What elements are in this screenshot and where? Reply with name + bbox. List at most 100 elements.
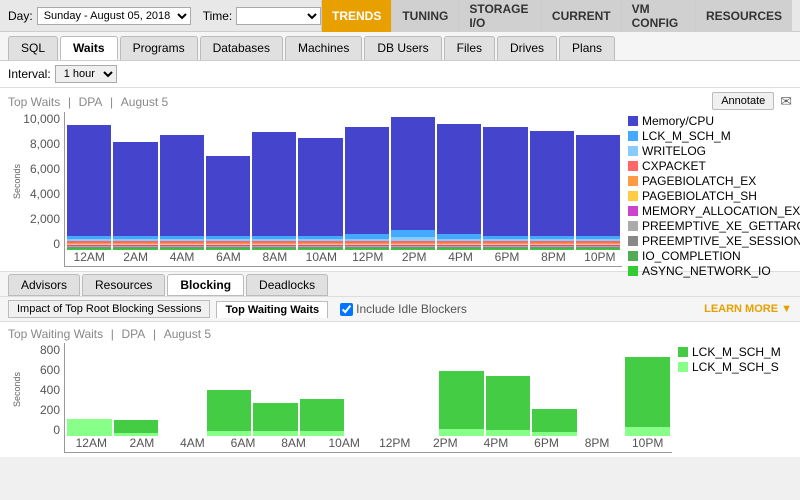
- x-label: 10PM: [623, 436, 672, 452]
- y-label: 10,000: [23, 112, 60, 126]
- bottom-bar-chart-wrapper: Seconds 8006004002000 12AM2AM4AM6AM8AM10…: [8, 343, 792, 453]
- legend-label: PAGEBIOLATCH_SH: [642, 189, 757, 203]
- x-label: 12AM: [67, 436, 116, 452]
- bar-segment: [67, 125, 111, 235]
- learn-more-button[interactable]: LEARN MORE ▼: [704, 303, 792, 315]
- top-bar-chart-wrapper: Seconds 10,0008,0006,0004,0002,0000 12AM…: [8, 112, 792, 267]
- legend-color: [628, 251, 638, 261]
- top-waiting-button[interactable]: Top Waiting Waits: [216, 301, 328, 318]
- sub-tab-drives[interactable]: Drives: [497, 36, 557, 60]
- legend-label: ASYNC_NETWORK_IO: [642, 264, 771, 278]
- nav-tab-vmconfig[interactable]: VM CONFIG: [621, 0, 695, 32]
- y-label: 2,000: [30, 212, 60, 226]
- bottom-tab-blocking[interactable]: Blocking: [167, 274, 244, 296]
- blocking-row: Impact of Top Root Blocking Sessions Top…: [0, 297, 800, 322]
- bar-group: [486, 343, 531, 436]
- bar-group: [437, 112, 481, 250]
- impact-blocking-button[interactable]: Impact of Top Root Blocking Sessions: [8, 300, 210, 318]
- legend-label: Memory/CPU: [642, 114, 714, 128]
- bottom-tab-resources[interactable]: Resources: [82, 274, 165, 296]
- bar-segment: [300, 399, 345, 432]
- sub-tab-programs[interactable]: Programs: [120, 36, 198, 60]
- legend-item: IO_COMPLETION: [628, 249, 786, 263]
- x-label: 8PM: [573, 436, 622, 452]
- legend-label: LCK_M_SCH_M: [692, 345, 781, 359]
- legend-label: PREEMPTIVE_XE_GETTARGETSTA: [642, 219, 800, 233]
- sub-tab-machines[interactable]: Machines: [285, 36, 362, 60]
- y-label: 4,000: [30, 187, 60, 201]
- x-label: 12PM: [346, 250, 390, 266]
- day-select[interactable]: Sunday - August 05, 2018: [37, 7, 191, 25]
- bottom-chart-title: Top Waiting Waits | DPA | August 5: [8, 326, 211, 341]
- top-legend: Memory/CPULCK_M_SCH_MWRITELOGCXPACKETPAG…: [622, 112, 792, 267]
- bottom-legend: LCK_M_SCH_MLCK_M_SCH_S: [672, 343, 792, 453]
- x-label: 12PM: [370, 436, 419, 452]
- day-label: Day:: [8, 9, 33, 23]
- bar-segment: [391, 230, 435, 237]
- y-label: 800: [40, 343, 60, 357]
- bar-group: [160, 343, 205, 436]
- x-label: 2AM: [118, 436, 167, 452]
- x-label: 10AM: [299, 250, 343, 266]
- nav-tab-tuning[interactable]: TUNING: [391, 0, 458, 32]
- bar-group: [114, 343, 159, 436]
- sub-tab-waits[interactable]: Waits: [60, 36, 118, 60]
- mail-icon[interactable]: ✉: [780, 93, 792, 110]
- bar-segment: [530, 131, 574, 236]
- bar-group: [160, 112, 204, 250]
- bar-segment: [532, 409, 577, 432]
- bar-group: [391, 112, 435, 250]
- include-idle-label[interactable]: Include Idle Blockers: [340, 302, 467, 316]
- y-axis-label-bottom: Seconds: [12, 372, 22, 407]
- x-label: 10PM: [578, 250, 622, 266]
- interval-select[interactable]: 1 hour: [55, 65, 117, 83]
- sub-tab-sql[interactable]: SQL: [8, 36, 58, 60]
- nav-tab-current[interactable]: CURRENT: [541, 0, 621, 32]
- bar-segment: [439, 429, 484, 436]
- bottom-chart-header: Top Waiting Waits | DPA | August 5: [8, 326, 792, 341]
- legend-label: LCK_M_SCH_M: [642, 129, 731, 143]
- bar-group: [207, 343, 252, 436]
- legend-label: PAGEBIOLATCH_EX: [642, 174, 756, 188]
- bar-group: [439, 343, 484, 436]
- y-label: 6,000: [30, 162, 60, 176]
- x-label: 4PM: [472, 436, 521, 452]
- y-label: 0: [53, 423, 60, 437]
- bottom-chart-area: 12AM2AM4AM6AM8AM10AM12PM2PM4PM6PM8PM10PM: [64, 343, 672, 453]
- sub-tab-db-users[interactable]: DB Users: [364, 36, 441, 60]
- legend-item: LCK_M_SCH_M: [678, 345, 786, 359]
- bottom-tab-advisors[interactable]: Advisors: [8, 274, 80, 296]
- y-axis-label-top: Seconds: [12, 164, 22, 199]
- sub-tab-plans[interactable]: Plans: [559, 36, 615, 60]
- y-label: 400: [40, 383, 60, 397]
- y-label: 8,000: [30, 137, 60, 151]
- legend-item: CXPACKET: [628, 159, 786, 173]
- nav-tab-trends[interactable]: TRENDS: [321, 0, 391, 32]
- bar-segment: [113, 142, 157, 236]
- bar-group: [113, 112, 157, 250]
- x-label: 2PM: [392, 250, 436, 266]
- nav-tab-resources[interactable]: RESOURCES: [695, 0, 792, 32]
- legend-color: [628, 176, 638, 186]
- top-bars-container: [65, 112, 622, 250]
- time-select[interactable]: [236, 7, 321, 25]
- x-label: 6PM: [485, 250, 529, 266]
- bar-segment: [114, 420, 159, 433]
- sub-tab-files[interactable]: Files: [444, 36, 495, 60]
- y-label: 200: [40, 403, 60, 417]
- legend-item: PREEMPTIVE_XE_GETTARGETSTA: [628, 219, 786, 233]
- x-label: 6AM: [206, 250, 250, 266]
- x-label: 10AM: [320, 436, 369, 452]
- bar-segment: [345, 127, 389, 235]
- include-idle-checkbox[interactable]: [340, 303, 353, 316]
- bar-segment: [253, 403, 298, 431]
- bar-segment: [625, 427, 670, 436]
- bottom-tab-deadlocks[interactable]: Deadlocks: [246, 274, 328, 296]
- x-label: 8AM: [253, 250, 297, 266]
- annotate-button[interactable]: Annotate: [712, 92, 774, 110]
- x-label: 8PM: [531, 250, 575, 266]
- nav-tab-storage[interactable]: STORAGE I/O: [458, 0, 541, 32]
- x-label: 4PM: [438, 250, 482, 266]
- legend-label: CXPACKET: [642, 159, 706, 173]
- sub-tab-databases[interactable]: Databases: [200, 36, 283, 60]
